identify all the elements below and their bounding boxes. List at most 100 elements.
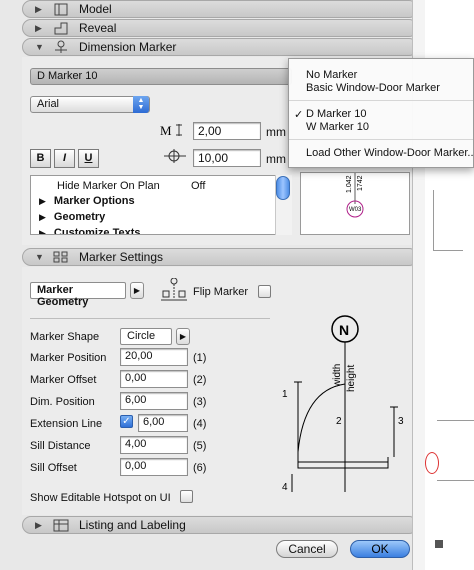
extension-line-checkbox[interactable]: ✓ bbox=[120, 415, 133, 428]
font-popup[interactable]: Arial ▲ ▼ bbox=[30, 96, 150, 113]
unit-label: mm bbox=[266, 125, 286, 139]
section-title: Reveal bbox=[79, 21, 117, 35]
sill-offset-input[interactable]: 0,00 bbox=[120, 458, 188, 476]
marker-preview: 1.042 1742 W03 bbox=[300, 172, 410, 235]
index-label: (1) bbox=[193, 352, 207, 364]
menu-separator bbox=[289, 139, 473, 140]
menu-item-d-marker-10[interactable]: D Marker 10 bbox=[306, 108, 367, 120]
text-size-icon: M bbox=[160, 123, 188, 140]
unit-label: mm bbox=[266, 152, 286, 166]
section-title: Marker Settings bbox=[79, 250, 164, 264]
offset-icon bbox=[160, 148, 188, 167]
section-title: Listing and Labeling bbox=[79, 518, 186, 532]
index-label: (2) bbox=[193, 374, 207, 386]
menu-item-w-marker-10[interactable]: W Marker 10 bbox=[306, 121, 369, 133]
text-size-input[interactable]: 2,00 bbox=[193, 122, 261, 140]
marker-shape-popup[interactable]: Circle bbox=[120, 328, 172, 345]
width-label: width bbox=[332, 364, 343, 388]
show-hotspot-label: Show Editable Hotspot on UI bbox=[30, 492, 171, 504]
marker-dropdown-menu: No Marker Basic Window-Door Marker ✓ D M… bbox=[288, 58, 474, 168]
marker-position-input[interactable]: 20,00 bbox=[120, 348, 188, 366]
disclosure-right-icon[interactable]: ▶ bbox=[35, 4, 51, 15]
disclosure-down-icon[interactable]: ▼ bbox=[35, 42, 51, 52]
extension-line-input[interactable]: 6,00 bbox=[138, 414, 188, 432]
marker-geometry-diagram: N 1 3 2 width height 4 bbox=[282, 315, 404, 493]
dim-2-label: 2 bbox=[336, 416, 342, 427]
popup-arrows-icon: ▲ ▼ bbox=[133, 96, 149, 113]
section-model[interactable]: ▶ Model bbox=[22, 0, 418, 18]
marker-settings-icon bbox=[51, 250, 71, 264]
popup-arrow-button[interactable]: ▶ bbox=[130, 282, 144, 299]
list-item-label: Marker Options bbox=[53, 195, 135, 207]
flip-marker-label: Flip Marker bbox=[193, 286, 249, 298]
menu-item-load-other[interactable]: Load Other Window-Door Marker... bbox=[306, 147, 474, 159]
disclosure-right-icon[interactable]: ▶ bbox=[39, 228, 46, 234]
menu-item-no-marker[interactable]: No Marker bbox=[306, 69, 357, 81]
disclosure-right-icon[interactable]: ▶ bbox=[39, 212, 46, 222]
marker-type-popup[interactable]: D Marker 10 bbox=[30, 68, 292, 85]
list-item[interactable]: ▶ Customize Texts bbox=[39, 227, 141, 235]
underline-button[interactable]: U bbox=[78, 149, 99, 168]
sill-offset-label: Sill Offset bbox=[30, 462, 77, 474]
list-item-label: Geometry bbox=[53, 211, 106, 223]
menu-item-basic-marker[interactable]: Basic Window-Door Marker bbox=[306, 82, 440, 94]
svg-text:M: M bbox=[160, 123, 172, 137]
marker-offset-input[interactable]: 0,00 bbox=[120, 370, 188, 388]
list-item-label: Customize Texts bbox=[53, 227, 141, 235]
disclosure-right-icon[interactable]: ▶ bbox=[39, 196, 46, 206]
list-item[interactable]: ▶ Geometry bbox=[39, 211, 105, 223]
marker-offset-label: Marker Offset bbox=[30, 374, 97, 386]
listing-icon bbox=[51, 518, 71, 532]
font-value: Arial bbox=[37, 98, 60, 110]
marker-options-list[interactable]: Hide Marker On Plan Off ▶ Marker Options … bbox=[30, 175, 292, 235]
sill-distance-label: Sill Distance bbox=[30, 440, 91, 452]
ok-button[interactable]: OK bbox=[350, 540, 410, 558]
marker-position-label: Marker Position bbox=[30, 352, 107, 364]
marker-shape-label: Marker Shape bbox=[30, 331, 100, 343]
model-icon bbox=[51, 2, 71, 16]
disclosure-right-icon[interactable]: ▶ bbox=[35, 520, 51, 531]
list-item[interactable]: Hide Marker On Plan bbox=[57, 180, 160, 192]
dim-4-label: 4 bbox=[282, 482, 288, 493]
north-label: N bbox=[339, 322, 349, 338]
reveal-icon bbox=[51, 21, 71, 35]
offset-input[interactable]: 10,00 bbox=[193, 149, 261, 167]
menu-separator bbox=[289, 100, 473, 101]
list-scroll-thumb[interactable] bbox=[276, 176, 290, 200]
disclosure-right-icon[interactable]: ▶ bbox=[35, 23, 51, 34]
italic-button[interactable]: I bbox=[54, 149, 75, 168]
marker-geometry-value: Marker Geometry bbox=[37, 284, 89, 308]
section-reveal[interactable]: ▶ Reveal bbox=[22, 19, 418, 37]
flip-marker-checkbox[interactable] bbox=[258, 285, 271, 298]
checkmark-icon: ✓ bbox=[294, 109, 304, 121]
disclosure-down-icon[interactable]: ▼ bbox=[35, 252, 51, 262]
section-title: Model bbox=[79, 2, 112, 16]
preview-dim-1: 1.042 bbox=[346, 175, 353, 193]
marker-shape-value: Circle bbox=[127, 330, 156, 342]
index-label: (4) bbox=[193, 418, 207, 430]
show-hotspot-checkbox[interactable] bbox=[180, 490, 193, 503]
sill-distance-input[interactable]: 4,00 bbox=[120, 436, 188, 454]
section-dimension-marker[interactable]: ▼ Dimension Marker bbox=[22, 38, 418, 56]
section-marker-settings[interactable]: ▼ Marker Settings bbox=[22, 248, 418, 266]
index-label: (6) bbox=[193, 462, 207, 474]
dimension-marker-icon bbox=[51, 40, 71, 54]
extension-line-label: Extension Line bbox=[30, 418, 103, 430]
marker-type-value: D Marker 10 bbox=[37, 70, 98, 82]
dim-position-input[interactable]: 6,00 bbox=[120, 392, 188, 410]
red-circle-mark bbox=[425, 452, 439, 474]
section-listing-labeling[interactable]: ▶ Listing and Labeling bbox=[22, 516, 418, 534]
dim-3-label: 3 bbox=[398, 416, 404, 427]
list-item[interactable]: ▶ Marker Options bbox=[39, 195, 135, 207]
bold-button[interactable]: B bbox=[30, 149, 51, 168]
dim-position-label: Dim. Position bbox=[30, 396, 95, 408]
marker-geometry-popup[interactable]: Marker Geometry bbox=[30, 282, 126, 308]
divider bbox=[30, 318, 270, 319]
cancel-button[interactable]: Cancel bbox=[276, 540, 338, 558]
index-label: (5) bbox=[193, 440, 207, 452]
flip-marker-icon bbox=[160, 277, 188, 305]
dim-1-label: 1 bbox=[282, 389, 288, 400]
preview-dim-2: 1742 bbox=[357, 175, 364, 191]
popup-arrow-button[interactable]: ▶ bbox=[176, 328, 190, 345]
section-title: Dimension Marker bbox=[79, 40, 177, 54]
